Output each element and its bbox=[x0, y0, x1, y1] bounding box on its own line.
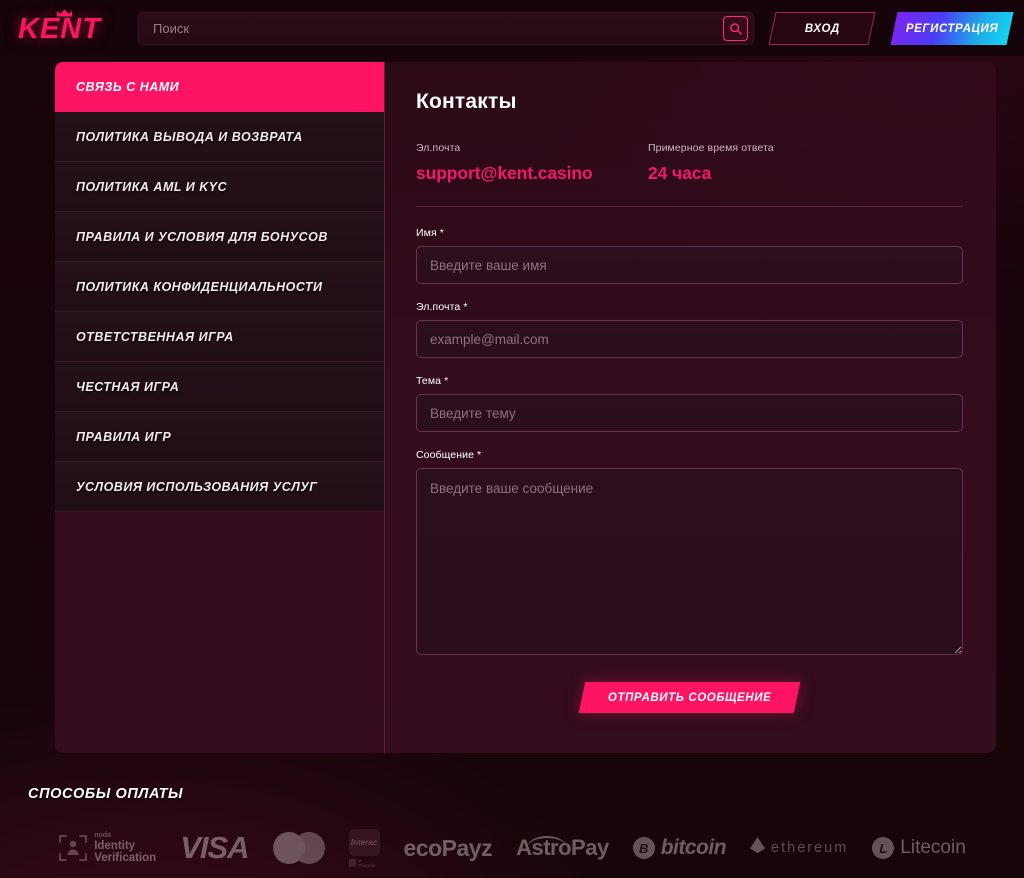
sidebar-item-label: ЧЕСТНАЯ ИГРА bbox=[76, 379, 180, 394]
sidebar-filler bbox=[55, 512, 384, 753]
contact-email-value[interactable]: support@kent.casino bbox=[416, 163, 648, 184]
subject-field-group: Тема * bbox=[416, 375, 963, 432]
sidebar-item-aml-kyc[interactable]: ПОЛИТИКА AML И KYC bbox=[55, 162, 384, 212]
name-field-group: Имя * bbox=[416, 227, 963, 284]
sidebar-item-label: ПОЛИТИКА AML И KYC bbox=[76, 179, 228, 194]
ethereum-icon bbox=[750, 837, 766, 854]
contact-info-row: Эл.почта support@kent.casino Примерное в… bbox=[416, 142, 963, 184]
payment-logo-noda: noda Identity Verification bbox=[58, 832, 156, 864]
noda-text: noda Identity Verification bbox=[94, 832, 156, 864]
site-header: KENT ВХОД РЕГИСТРАЦИЯ bbox=[0, 0, 1024, 56]
login-button[interactable]: ВХОД bbox=[768, 11, 876, 45]
sidebar-nav: СВЯЗЬ С НАМИ ПОЛИТИКА ВЫВОДА И ВОЗВРАТА … bbox=[55, 62, 385, 753]
interac-sub-text: e-Transfer bbox=[358, 858, 377, 868]
email-field-label: Эл.почта * bbox=[416, 301, 468, 313]
email-field-group: Эл.почта * bbox=[416, 301, 963, 358]
interac-badge: Interac bbox=[348, 829, 380, 856]
name-field-label: Имя * bbox=[416, 227, 444, 239]
payment-logo-litecoin: L Litecoin bbox=[872, 837, 966, 859]
litecoin-text: Litecoin bbox=[900, 837, 966, 858]
logo-text: KENT bbox=[18, 12, 101, 45]
contact-response-label: Примерное время ответа bbox=[648, 142, 774, 154]
sidebar-item-label: УСЛОВИЯ ИСПОЛЬЗОВАНИЯ УСЛУГ bbox=[76, 479, 318, 494]
payment-logo-ethereum: ethereum bbox=[750, 837, 848, 859]
submit-message-label: ОТПРАВИТЬ СООБЩЕНИЕ bbox=[607, 691, 772, 704]
register-label: РЕГИСТРАЦИЯ bbox=[905, 22, 999, 34]
bitcoin-text: bitcoin bbox=[660, 836, 727, 859]
site-footer: СПОСОБЫ ОПЛАТЫ noda Identity Verificatio… bbox=[0, 753, 1024, 878]
submit-row: ОТПРАВИТЬ СООБЩЕНИЕ bbox=[416, 682, 963, 713]
site-logo[interactable]: KENT bbox=[18, 9, 124, 45]
message-field-label: Сообщение * bbox=[416, 449, 482, 461]
content-panel: Контакты Эл.почта support@kent.casino Пр… bbox=[385, 62, 996, 753]
astropay-text: AstroPay bbox=[516, 835, 609, 861]
sidebar-item-label: СВЯЗЬ С НАМИ bbox=[76, 79, 180, 94]
search-icon bbox=[730, 22, 742, 35]
interac-sub: e-Transfer bbox=[348, 858, 380, 868]
ecopayz-text: ecoPayz bbox=[403, 834, 493, 861]
sidebar-item-bonus-terms[interactable]: ПРАВИЛА И УСЛОВИЯ ДЛЯ БОНУСОВ bbox=[55, 212, 384, 262]
name-input[interactable] bbox=[416, 246, 963, 284]
crown-icon bbox=[57, 9, 72, 17]
visa-text: VISA bbox=[180, 830, 249, 865]
payment-logos-row-1: noda Identity Verification VISA Interac bbox=[28, 829, 1024, 868]
contact-email-label: Эл.почта bbox=[416, 142, 461, 154]
noda-line1: noda bbox=[94, 832, 111, 839]
contact-response-block: Примерное время ответа 24 часа bbox=[648, 142, 880, 184]
bitcoin-icon: B bbox=[632, 837, 655, 859]
section-divider bbox=[416, 206, 963, 207]
sidebar-item-fair-play[interactable]: ЧЕСТНАЯ ИГРА bbox=[55, 362, 384, 412]
subject-field-label: Тема * bbox=[416, 375, 449, 387]
ethereum-text: ethereum bbox=[771, 840, 849, 856]
submit-message-button[interactable]: ОТПРАВИТЬ СООБЩЕНИЕ bbox=[578, 682, 801, 713]
message-textarea[interactable] bbox=[416, 468, 963, 655]
contact-email-block: Эл.почта support@kent.casino bbox=[416, 142, 648, 184]
payment-logo-bitcoin: B bitcoin bbox=[632, 836, 727, 860]
payment-logo-interac: Interac e-Transfer bbox=[348, 829, 380, 868]
payment-logo-astropay: AstroPay bbox=[516, 835, 609, 861]
noda-line2: Identity bbox=[94, 840, 136, 852]
sidebar-item-label: ПОЛИТИКА КОНФИДЕНЦИАЛЬНОСТИ bbox=[76, 279, 323, 294]
login-label: ВХОД bbox=[804, 22, 840, 34]
payment-logo-ecopayz: ecoPayz bbox=[404, 835, 493, 862]
email-input[interactable] bbox=[416, 320, 963, 358]
message-field-group: Сообщение * bbox=[416, 449, 963, 660]
register-button[interactable]: РЕГИСТРАЦИЯ bbox=[890, 11, 1014, 45]
sidebar-item-game-rules[interactable]: ПРАВИЛА ИГР bbox=[55, 412, 384, 462]
payment-logo-mastercard bbox=[272, 832, 325, 864]
sidebar-item-terms-of-service[interactable]: УСЛОВИЯ ИСПОЛЬЗОВАНИЯ УСЛУГ bbox=[55, 462, 384, 512]
sidebar-item-label: ПРАВИЛА И УСЛОВИЯ ДЛЯ БОНУСОВ bbox=[76, 229, 328, 244]
main-panel: СВЯЗЬ С НАМИ ПОЛИТИКА ВЫВОДА И ВОЗВРАТА … bbox=[55, 62, 996, 753]
search-button[interactable] bbox=[723, 15, 748, 41]
sidebar-item-responsible-gaming[interactable]: ОТВЕТСТВЕННАЯ ИГРА bbox=[55, 312, 384, 362]
subject-input[interactable] bbox=[416, 394, 963, 432]
contact-response-value: 24 часа bbox=[648, 163, 712, 183]
page-title: Контакты bbox=[416, 90, 517, 113]
sidebar-item-label: ПРАВИЛА ИГР bbox=[76, 429, 172, 444]
interac-icon: Interac e-Transfer bbox=[348, 829, 380, 868]
sidebar-item-withdrawal-policy[interactable]: ПОЛИТИКА ВЫВОДА И ВОЗВРАТА bbox=[55, 112, 384, 162]
sidebar-item-label: ПОЛИТИКА ВЫВОДА И ВОЗВРАТА bbox=[76, 129, 303, 144]
noda-scan-icon bbox=[58, 833, 88, 863]
sidebar-item-privacy-policy[interactable]: ПОЛИТИКА КОНФИДЕНЦИАЛЬНОСТИ bbox=[55, 262, 384, 312]
payment-methods-title: СПОСОБЫ ОПЛАТЫ bbox=[28, 786, 184, 802]
search-bar[interactable] bbox=[138, 11, 754, 45]
sidebar-item-contact[interactable]: СВЯЗЬ С НАМИ bbox=[55, 62, 384, 112]
noda-line3: Verification bbox=[94, 851, 157, 864]
litecoin-icon: L bbox=[872, 837, 895, 859]
payment-logo-visa: VISA bbox=[180, 830, 249, 866]
mastercard-icon bbox=[272, 832, 325, 864]
search-input[interactable] bbox=[139, 12, 723, 44]
sidebar-item-label: ОТВЕТСТВЕННАЯ ИГРА bbox=[76, 329, 234, 344]
page-wrapper: KENT ВХОД РЕГИСТРАЦИЯ СВЯЗЬ С НАМИ П bbox=[0, 0, 1024, 878]
